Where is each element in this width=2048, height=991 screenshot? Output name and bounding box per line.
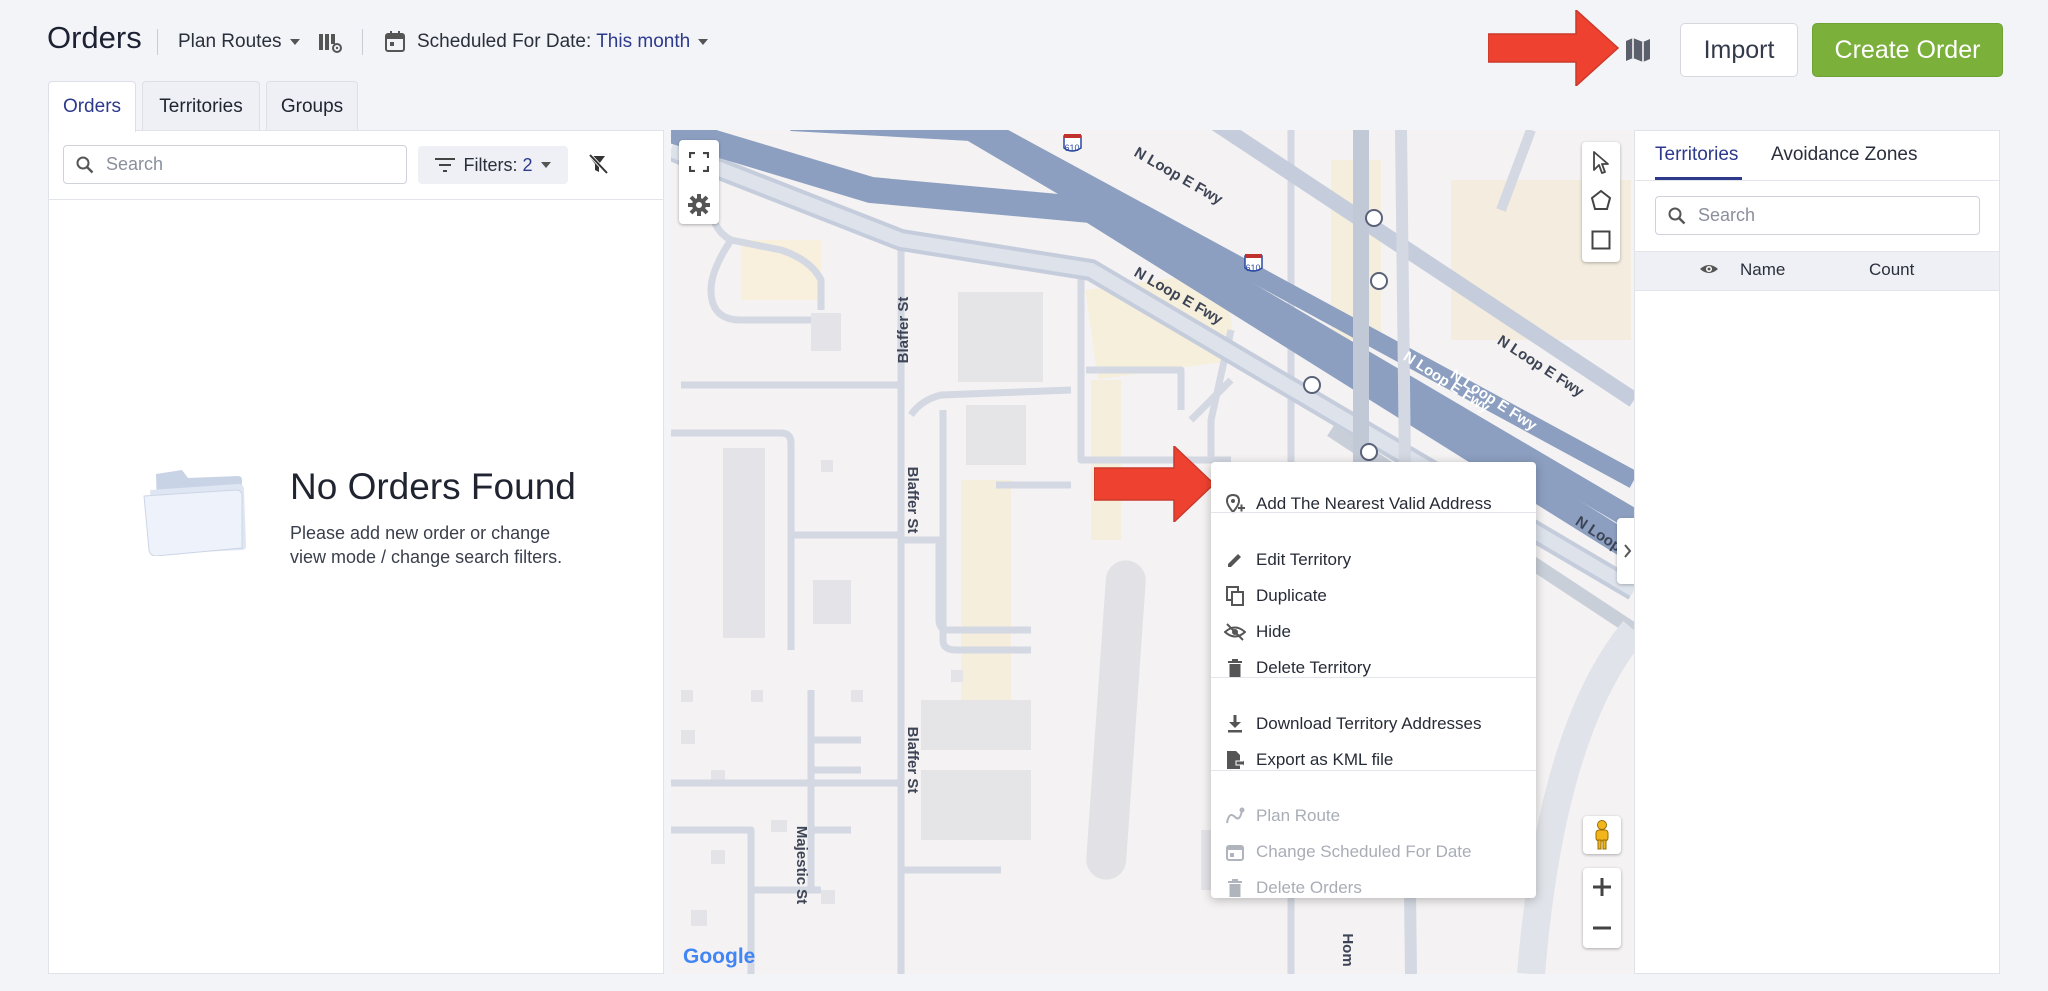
- menu-divider: [1211, 677, 1536, 678]
- menu-item-delete-orders[interactable]: Delete Orders: [1211, 870, 1536, 906]
- board-settings-icon[interactable]: [318, 32, 342, 54]
- chevron-down-icon: [698, 38, 709, 45]
- territory-search-input[interactable]: Search: [1655, 196, 1980, 235]
- zoom-in-icon[interactable]: [1591, 876, 1613, 903]
- clear-filters-icon[interactable]: [587, 153, 609, 175]
- menu-item-add-nearest-address[interactable]: Add The Nearest Valid Address: [1211, 486, 1536, 522]
- search-icon: [76, 156, 94, 174]
- chevron-down-icon: [540, 162, 551, 168]
- empty-folder-icon: [142, 466, 252, 557]
- chevron-right-icon: [1624, 544, 1632, 558]
- street-label: Blaffer St: [904, 467, 921, 534]
- collapse-panel-handle[interactable]: [1617, 518, 1634, 584]
- trash-icon: [1223, 659, 1247, 677]
- menu-item-duplicate[interactable]: Duplicate: [1211, 578, 1536, 614]
- menu-divider: [1211, 512, 1536, 513]
- menu-item-download-addresses[interactable]: Download Territory Addresses: [1211, 706, 1536, 742]
- svg-text:610: 610: [1245, 263, 1260, 273]
- header-divider: [157, 29, 158, 55]
- svg-text:610: 610: [1064, 143, 1079, 153]
- rectangle-icon[interactable]: [1591, 230, 1611, 255]
- filters-button[interactable]: Filters: 2: [418, 146, 568, 184]
- panel-divider: [48, 199, 664, 200]
- search-placeholder: Search: [1698, 205, 1756, 225]
- tab-territories[interactable]: Territories: [142, 81, 260, 131]
- gear-icon[interactable]: [688, 194, 710, 221]
- file-export-icon: [1223, 750, 1247, 770]
- menu-item-hide[interactable]: Hide: [1211, 614, 1536, 650]
- route-icon: [1223, 807, 1247, 825]
- street-label: Majestic St: [793, 826, 810, 904]
- scheduled-date-dropdown[interactable]: Scheduled For Date: This month: [417, 31, 709, 53]
- tab-groups[interactable]: Groups: [266, 81, 358, 131]
- street-label: Blaffer St: [895, 297, 912, 364]
- create-order-button[interactable]: Create Order: [1812, 23, 2003, 77]
- calendar-icon: [385, 31, 405, 53]
- panel-divider: [1635, 180, 1999, 181]
- search-icon: [1668, 207, 1686, 225]
- column-name[interactable]: Name: [1740, 260, 1785, 280]
- empty-state-title: No Orders Found: [290, 466, 576, 507]
- calendar-icon: [1223, 843, 1247, 861]
- filter-icon: [435, 157, 456, 173]
- street-view-pegman-icon[interactable]: [1583, 816, 1621, 854]
- empty-state-text: Please add new order or change view mode…: [290, 523, 563, 567]
- page-title: Orders: [47, 20, 142, 55]
- territory-context-menu: Add The Nearest Valid Address Edit Terri…: [1211, 462, 1536, 898]
- tab-orders[interactable]: Orders: [48, 81, 136, 132]
- plan-routes-label: Plan Routes: [178, 31, 282, 52]
- menu-divider: [1211, 770, 1536, 771]
- street-label: Hom: [1339, 933, 1356, 966]
- street-label: N Loop E Fwy: [1131, 144, 1226, 209]
- copy-icon: [1223, 586, 1247, 606]
- eye-icon[interactable]: [1699, 262, 1719, 281]
- trash-icon: [1223, 879, 1247, 897]
- location-add-icon: [1223, 494, 1247, 514]
- menu-item-change-scheduled-date[interactable]: Change Scheduled For Date: [1211, 834, 1536, 870]
- download-icon: [1223, 715, 1247, 733]
- menu-item-edit-territory[interactable]: Edit Territory: [1211, 542, 1536, 578]
- chevron-down-icon: [289, 38, 300, 45]
- scheduled-value: This month: [596, 31, 691, 52]
- search-input[interactable]: Search: [63, 145, 407, 184]
- menu-item-export-kml[interactable]: Export as KML file: [1211, 742, 1536, 778]
- zoom-out-icon[interactable]: [1591, 917, 1613, 944]
- polygon-icon[interactable]: [1590, 189, 1612, 216]
- header-divider-2: [362, 29, 363, 55]
- filters-label: Filters:: [463, 154, 523, 175]
- filters-count: 2: [522, 154, 533, 175]
- search-placeholder: Search: [106, 154, 164, 174]
- eye-off-icon: [1223, 623, 1247, 641]
- tab-territories-panel[interactable]: Territories: [1655, 144, 1738, 166]
- annotation-arrow-icon: [1487, 8, 1620, 88]
- map-icon[interactable]: [1624, 36, 1652, 64]
- google-attribution: Google: [683, 945, 756, 968]
- pencil-icon: [1223, 551, 1247, 569]
- menu-item-plan-route[interactable]: Plan Route: [1211, 798, 1536, 834]
- fullscreen-icon[interactable]: [688, 151, 710, 177]
- tab-avoidance-zones[interactable]: Avoidance Zones: [1771, 144, 1917, 166]
- column-count[interactable]: Count: [1869, 260, 1914, 280]
- pointer-icon[interactable]: [1591, 151, 1611, 180]
- menu-item-delete-territory[interactable]: Delete Territory: [1211, 650, 1536, 686]
- import-button[interactable]: Import: [1680, 23, 1798, 77]
- street-label: Blaffer St: [904, 727, 921, 794]
- annotation-arrow-icon: [1093, 444, 1216, 524]
- plan-routes-dropdown[interactable]: Plan Routes: [178, 31, 300, 53]
- scheduled-label: Scheduled For Date:: [417, 31, 597, 52]
- territory-table-header: [1635, 251, 1999, 291]
